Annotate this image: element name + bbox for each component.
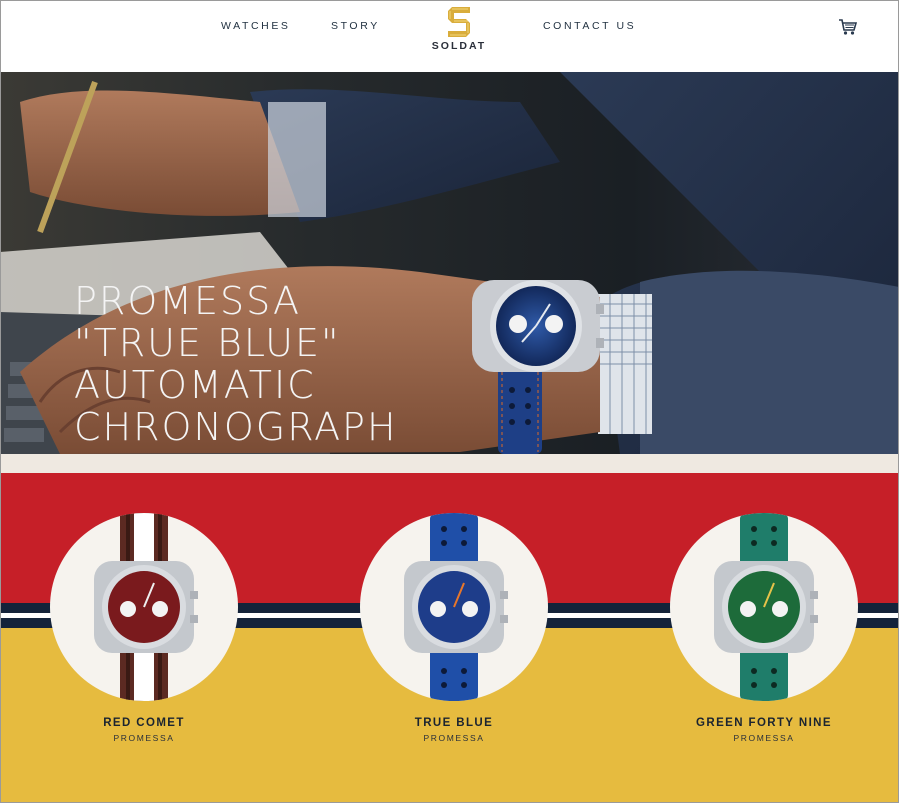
product-collection: PROMESSA xyxy=(113,733,175,743)
watch-image xyxy=(714,513,818,701)
nav-story[interactable]: STORY xyxy=(331,20,380,32)
nav-watches[interactable]: WATCHES xyxy=(221,20,291,32)
product-card-red-comet[interactable]: RED COMET PROMESSA xyxy=(50,513,238,743)
hero-title-line: AUTOMATIC xyxy=(74,363,316,407)
brand-name: SOLDAT xyxy=(431,40,487,52)
product-collection: PROMESSA xyxy=(423,733,485,743)
hero-title-line: "TRUE BLUE" xyxy=(74,321,341,365)
hero-title-line: CHRONOGRAPH xyxy=(74,405,398,449)
product-card-true-blue[interactable]: TRUE BLUE PROMESSA xyxy=(360,513,548,743)
hero-title-line: PROMESSA xyxy=(74,279,301,323)
product-name[interactable]: RED COMET xyxy=(50,717,238,729)
nav-contact-us[interactable]: CONTACT US xyxy=(543,20,636,32)
brand-logo[interactable]: SOLDAT xyxy=(424,5,494,65)
hero-banner[interactable]: PROMESSA "TRUE BLUE" AUTOMATIC CHRONOGRA… xyxy=(0,72,899,454)
product-image[interactable] xyxy=(670,513,858,701)
product-image[interactable] xyxy=(50,513,238,701)
product-collection: PROMESSA xyxy=(733,733,795,743)
product-name[interactable]: GREEN FORTY NINE xyxy=(670,717,858,729)
product-card-green-forty-nine[interactable]: GREEN FORTY NINE PROMESSA xyxy=(670,513,858,743)
watch-image xyxy=(404,513,508,701)
soldat-s-logo-icon xyxy=(448,7,470,37)
watch-image xyxy=(94,513,198,701)
product-image[interactable] xyxy=(360,513,548,701)
cart-icon xyxy=(839,19,858,35)
product-name[interactable]: TRUE BLUE xyxy=(360,717,548,729)
cart-button[interactable] xyxy=(838,18,858,36)
section-divider xyxy=(0,454,899,473)
site-header: WATCHES STORY SOLDAT CONTACT US xyxy=(0,0,899,72)
collection-section: RED COMET PROMESSA TRUE BLUE PROMESSA GR… xyxy=(0,473,899,803)
hero-title: PROMESSA "TRUE BLUE" AUTOMATIC CHRONOGRA… xyxy=(74,280,534,448)
